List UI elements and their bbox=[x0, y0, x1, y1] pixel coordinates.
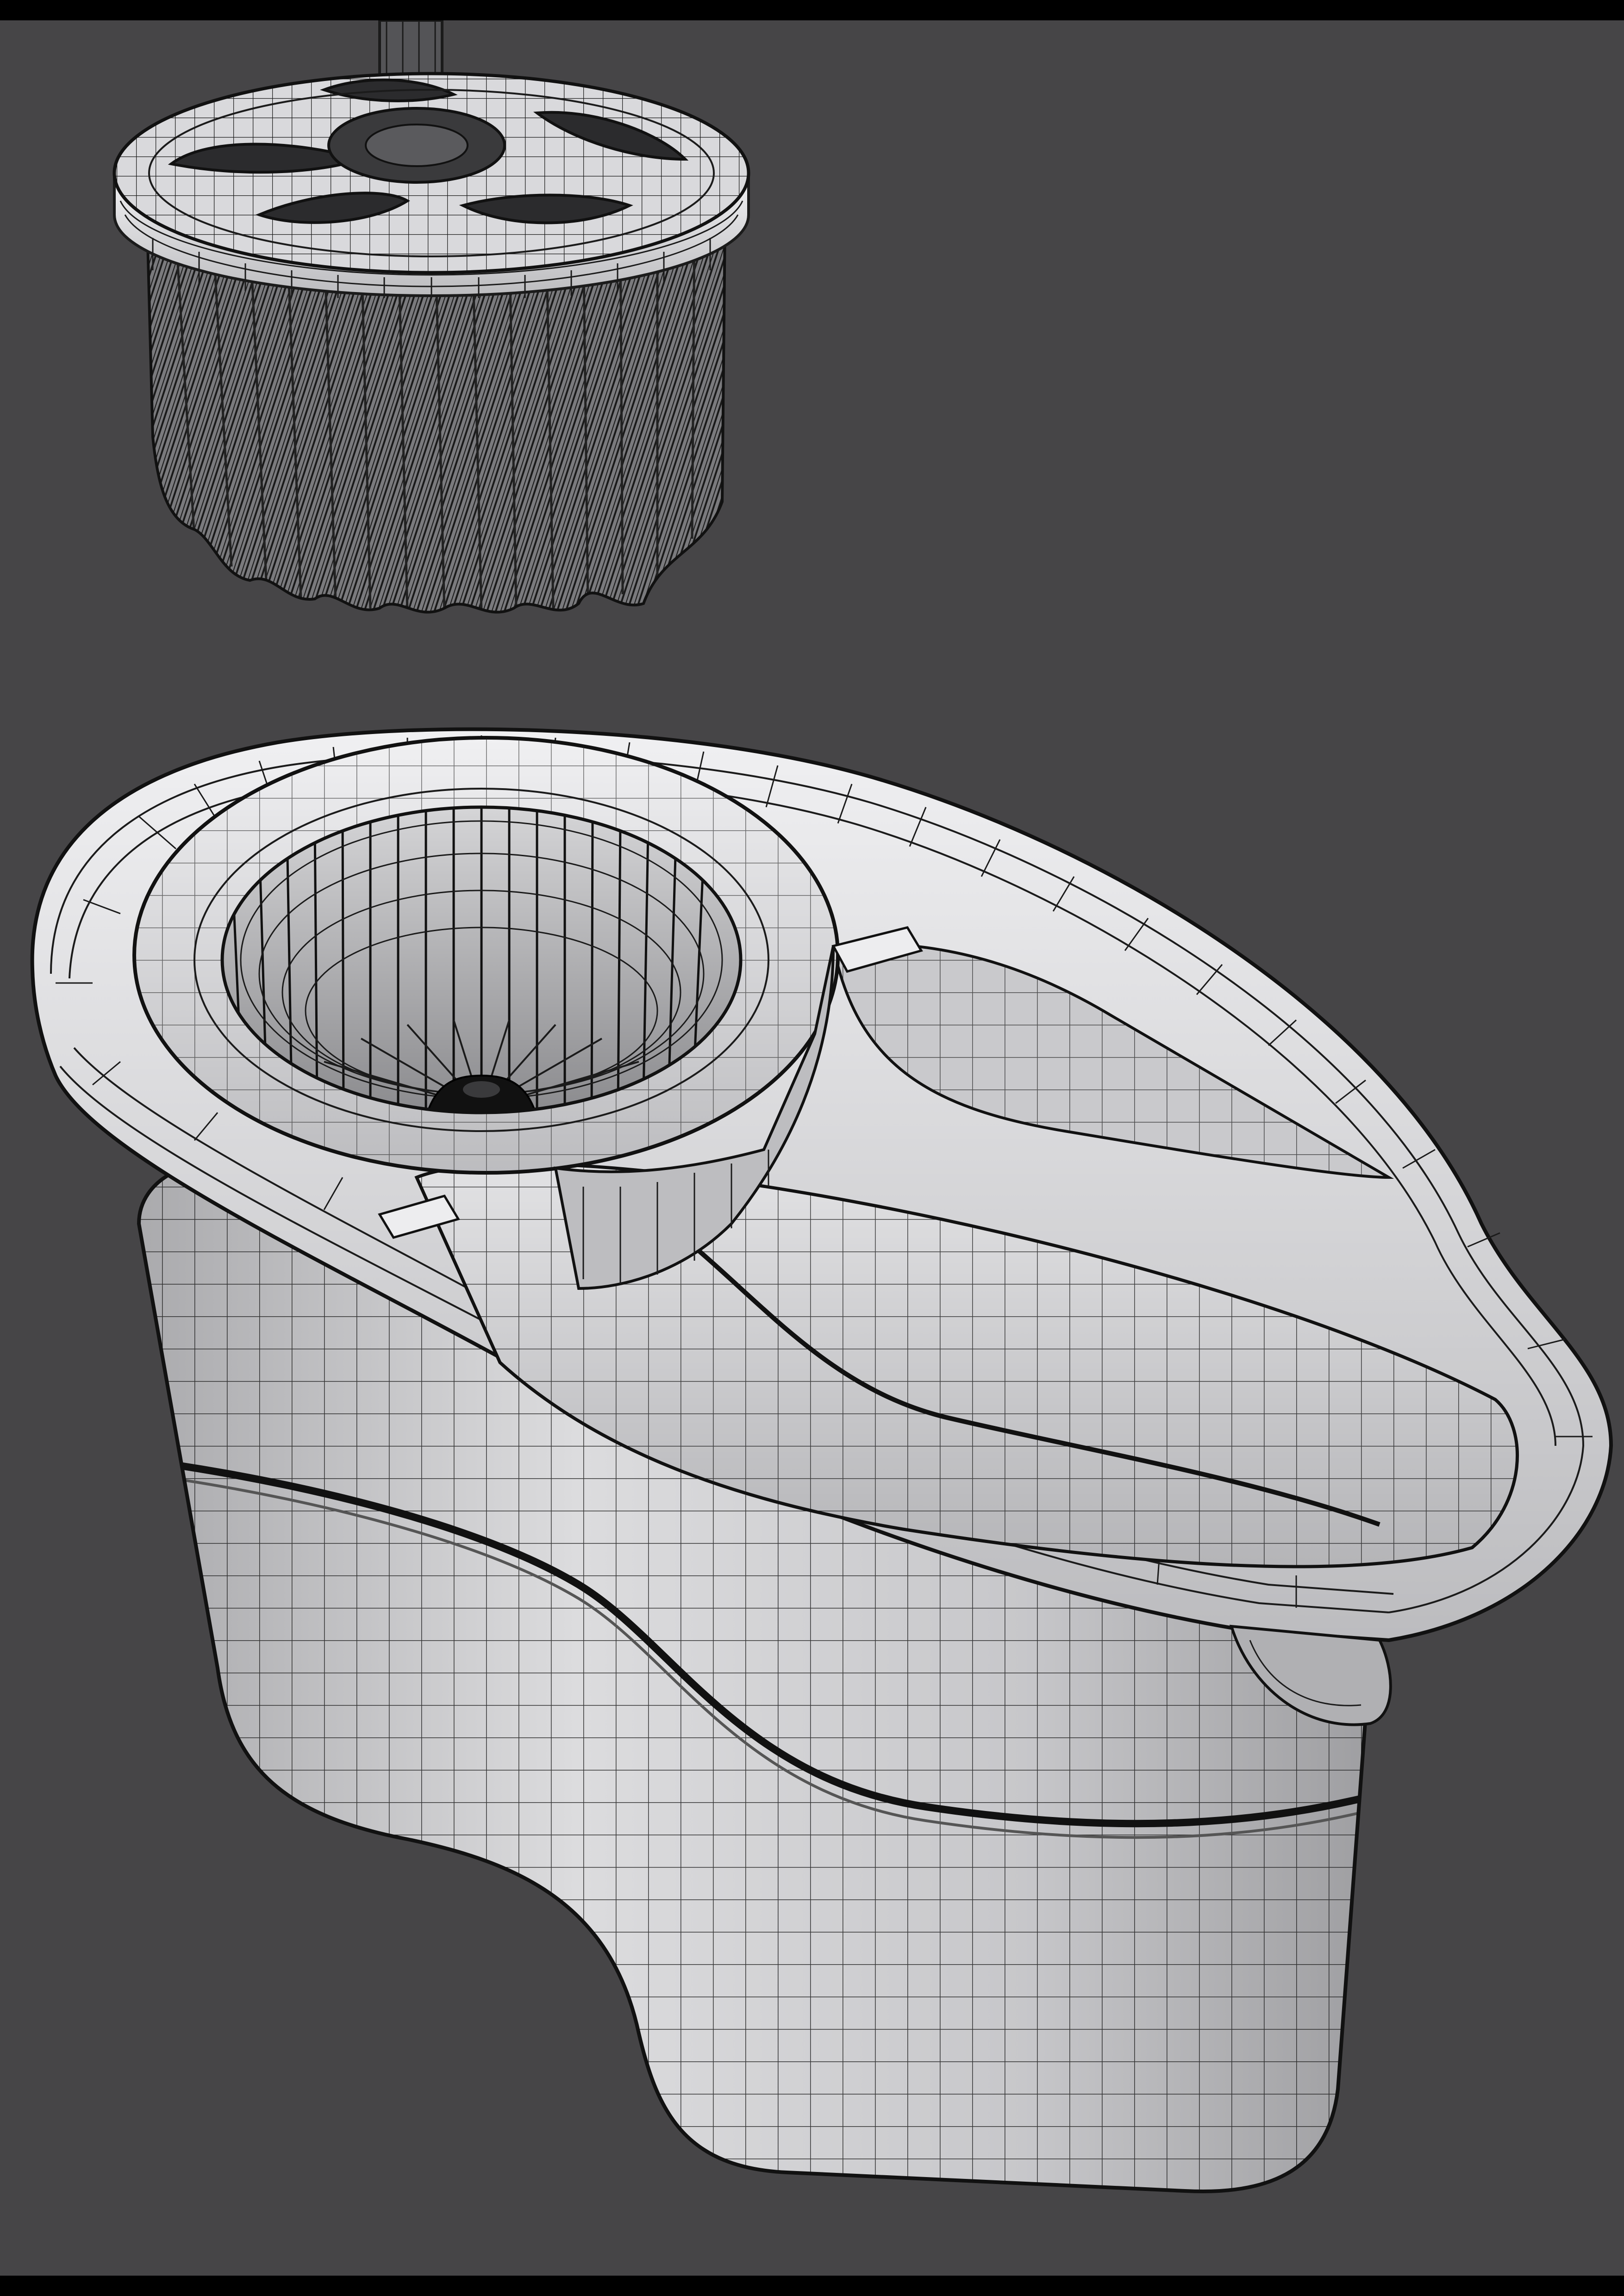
image-frame bbox=[0, 0, 1624, 2296]
spin-bucket bbox=[30, 727, 1613, 2193]
render-viewport bbox=[0, 20, 1624, 2276]
mop-head bbox=[112, 20, 750, 614]
wireframe-render bbox=[30, 20, 1613, 2193]
